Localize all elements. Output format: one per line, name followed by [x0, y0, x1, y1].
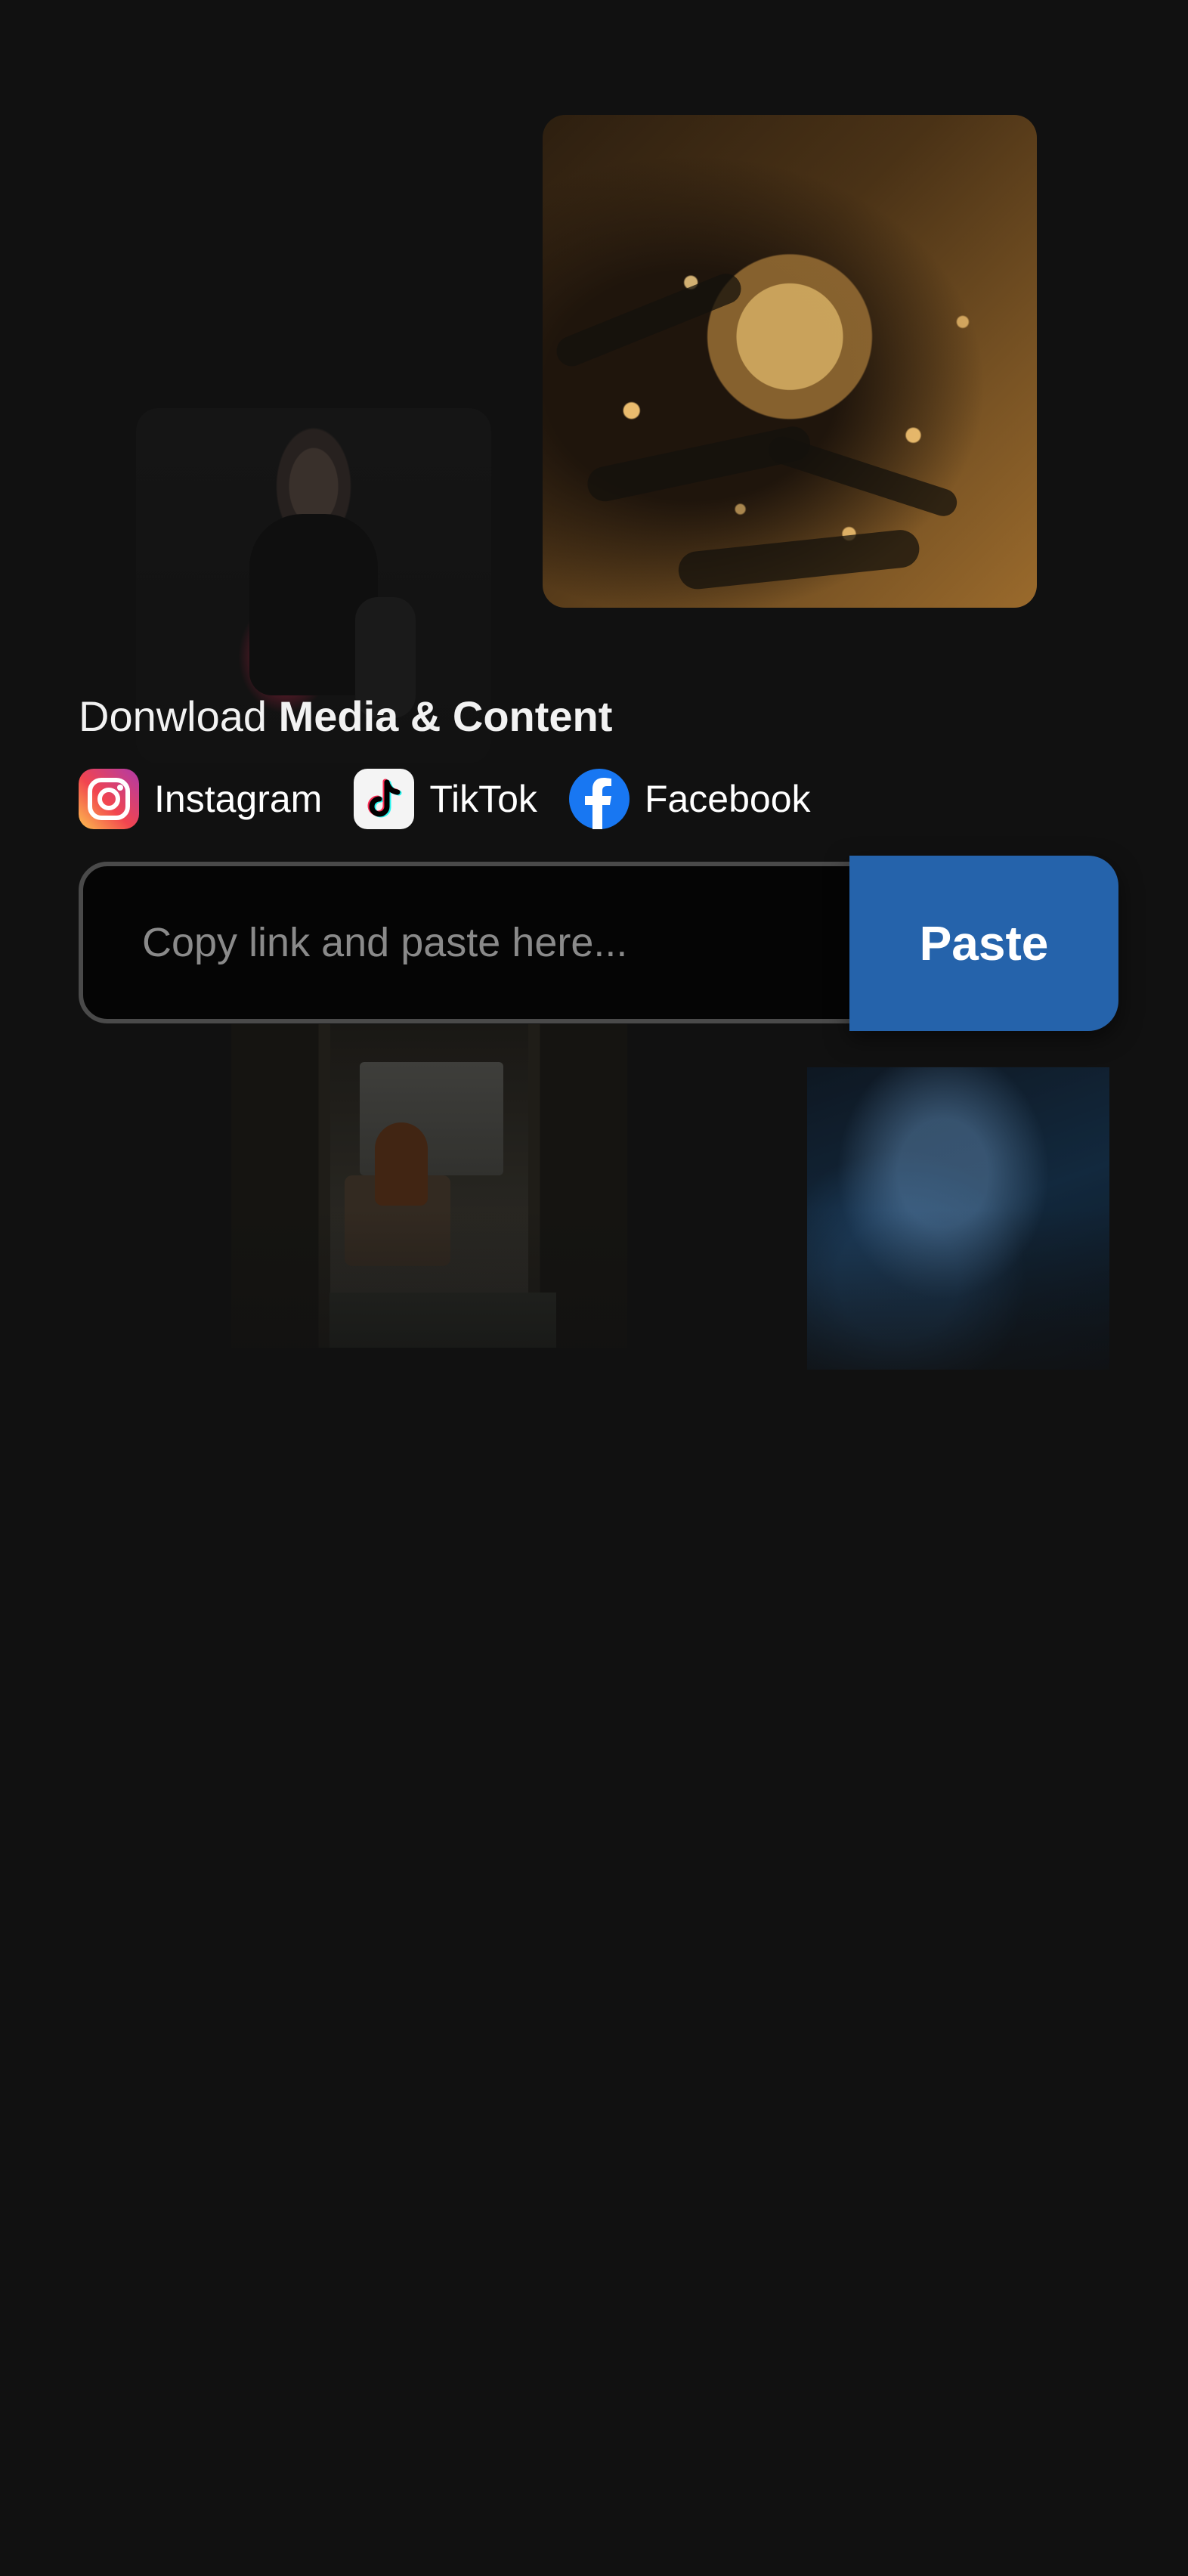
platform-tiktok: TikTok: [354, 769, 537, 829]
paste-button[interactable]: Paste: [849, 856, 1118, 1031]
link-input[interactable]: [142, 866, 807, 1019]
collage-fade: [0, 1209, 1188, 1436]
christmas-tree-photo: [543, 115, 1037, 608]
platform-label: TikTok: [429, 778, 537, 820]
blue-abstract-photo: [807, 1067, 1109, 1370]
platform-label: Instagram: [154, 778, 323, 820]
page: Donwload Media & Content Instagram TikTo…: [0, 0, 1188, 2576]
facebook-icon: [568, 769, 630, 829]
platform-label: Facebook: [644, 778, 811, 820]
title-emphasis: Media & Content: [278, 692, 613, 740]
platform-instagram: Instagram: [79, 769, 322, 829]
tiktok-icon: [354, 769, 415, 829]
instagram-icon: [79, 769, 139, 829]
title-prefix: Donwload: [79, 692, 268, 740]
train-interior-photo: [231, 1024, 627, 1348]
supported-platforms: Instagram TikTok Facebook: [79, 767, 843, 831]
page-title: Donwload Media & Content: [79, 686, 612, 747]
platform-facebook: Facebook: [568, 769, 811, 829]
